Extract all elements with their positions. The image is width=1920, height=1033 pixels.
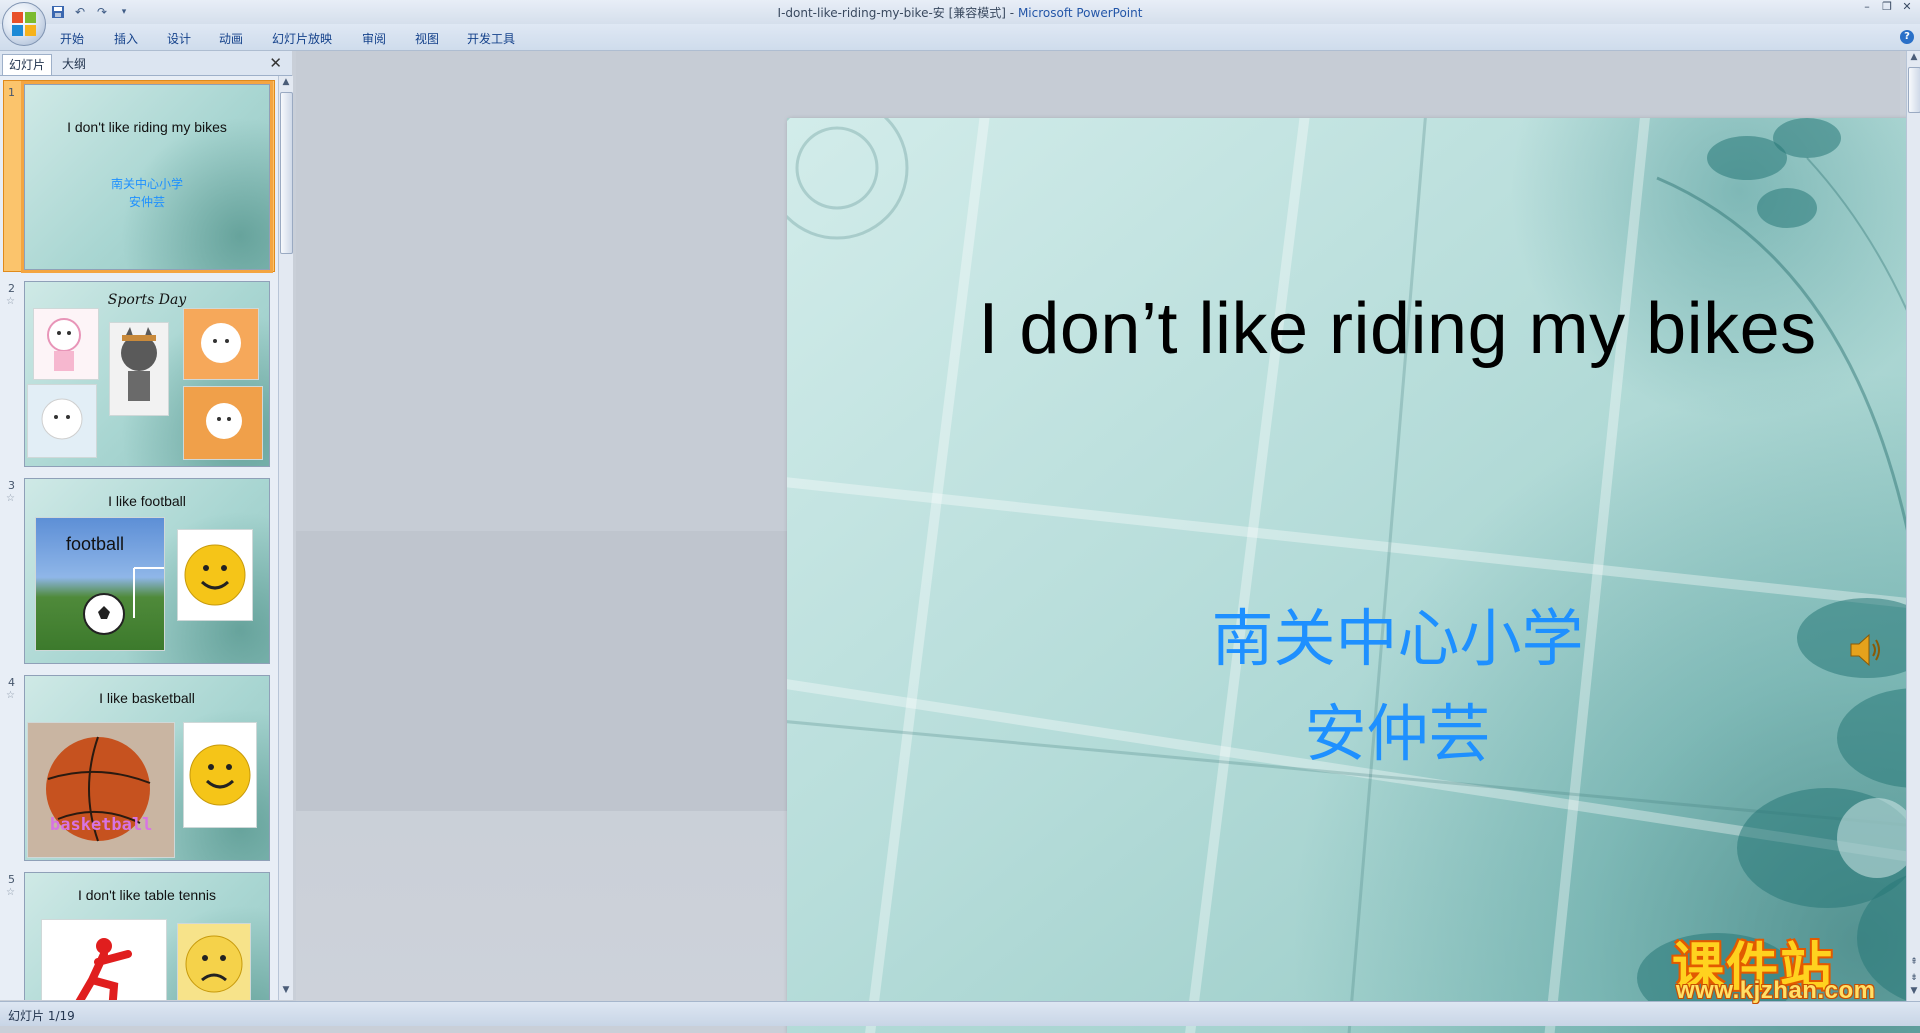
sad-face-image <box>177 923 251 1000</box>
tab-design[interactable]: 设计 <box>167 30 191 47</box>
slide-thumbnail-2[interactable]: Sports Day <box>24 281 270 467</box>
cartoon-image <box>33 308 99 380</box>
tab-developer[interactable]: 开发工具 <box>467 30 515 47</box>
thumbnail-title: Sports Day <box>107 292 187 308</box>
image-label: basketball <box>50 815 153 835</box>
slide-thumbnail-3[interactable]: I like football football <box>24 478 270 664</box>
smiley-image <box>183 722 257 828</box>
scrollbar-thumb[interactable] <box>280 92 293 254</box>
scroll-down-icon[interactable]: ▼ <box>1908 986 1920 1000</box>
thumbnail-title: I don't like riding my bikes <box>67 119 227 135</box>
watermark-url: www.kjzhan.com <box>1676 977 1876 1004</box>
scroll-up-icon[interactable]: ▲ <box>1908 52 1920 66</box>
close-icon[interactable]: ✕ <box>1898 0 1916 16</box>
cartoon-image <box>183 308 259 380</box>
tab-review[interactable]: 审阅 <box>362 30 386 47</box>
watermark-logo: 课件站 www.kjzhan.com <box>1672 925 1904 1005</box>
slide-number: 1 <box>8 86 15 99</box>
status-bar: 幻灯片 1/19 <box>0 1001 1920 1026</box>
previous-slide-icon[interactable]: ⇞ <box>1908 957 1920 971</box>
window-title: I-dont-like-riding-my-bike-安 [兼容模式] - Mi… <box>777 6 1143 20</box>
editor-scrollbar[interactable]: ▲ ⇞ ⇟ ▼ <box>1906 51 1920 1001</box>
scrollbar-thumb[interactable] <box>1908 67 1920 113</box>
tab-slides[interactable]: 幻灯片 <box>2 54 53 75</box>
slide-number: 5 <box>8 873 15 886</box>
slide-number: 3 <box>8 479 15 492</box>
close-pane-icon[interactable]: ✕ <box>269 54 282 72</box>
office-button-icon <box>12 12 36 36</box>
tab-animations[interactable]: 动画 <box>219 30 243 47</box>
slide-number: 4 <box>8 676 15 689</box>
thumbnail-scrollbar[interactable]: ▲ ▼ <box>278 76 293 1000</box>
slide-thumbnail-4[interactable]: I like basketball basketball <box>24 675 270 861</box>
office-button[interactable] <box>2 2 46 46</box>
slide-subtitle-school[interactable]: 南关中心小学 <box>787 588 1920 678</box>
basketball-image: basketball <box>27 722 175 858</box>
animation-star-icon: ☆ <box>6 887 15 898</box>
ribbon-tab-bar: 开始 插入 设计 动画 幻灯片放映 审阅 视图 开发工具 ? <box>0 24 1920 51</box>
help-icon[interactable]: ? <box>1900 30 1914 44</box>
animation-star-icon: ☆ <box>6 690 15 701</box>
thumbnail-title: I like football <box>108 493 186 509</box>
slide-count-status: 幻灯片 1/19 <box>8 1009 75 1023</box>
smiley-image <box>177 529 253 621</box>
current-slide[interactable]: I don’t like riding my bikes 南关中心小学 安仲芸 <box>787 118 1920 1033</box>
tab-view[interactable]: 视图 <box>415 30 439 47</box>
slide-subtitle-author[interactable]: 安仲芸 <box>787 683 1920 773</box>
slide-thumbnail-list: 1 I don't like riding my bikes 南关中心小学 安仲… <box>0 76 278 1000</box>
slide-number: 2 <box>8 282 15 295</box>
tab-insert[interactable]: 插入 <box>114 30 138 47</box>
football-image: football <box>35 517 165 651</box>
thumbnail-title: I like basketball <box>99 690 195 706</box>
cartoon-image <box>109 322 169 416</box>
scroll-down-icon[interactable]: ▼ <box>280 985 292 999</box>
thumbnail-subtitle: 南关中心小学 <box>110 177 183 191</box>
animation-star-icon: ☆ <box>6 493 15 504</box>
tab-slide-show[interactable]: 幻灯片放映 <box>272 30 332 47</box>
animation-star-icon: ☆ <box>6 296 15 307</box>
minimize-icon[interactable]: – <box>1858 0 1876 16</box>
cartoon-image <box>27 384 97 458</box>
slide-thumbnail-1[interactable]: I don't like riding my bikes 南关中心小学 安仲芸 <box>21 81 273 273</box>
tab-outline[interactable]: 大纲 <box>56 54 92 74</box>
slide-thumbnail-5[interactable]: I don't like table tennis <box>24 872 270 1000</box>
tab-home[interactable]: 开始 <box>60 30 84 47</box>
speaker-icon[interactable] <box>1849 632 1883 668</box>
thumbnail-title: I don't like table tennis <box>77 887 217 903</box>
restore-icon[interactable]: ❐ <box>1878 0 1896 16</box>
slide-editor-area: I don’t like riding my bikes 南关中心小学 安仲芸 <box>296 51 1920 1033</box>
thumbnail-subtitle: 安仲芸 <box>128 195 165 209</box>
cartoon-image <box>183 386 263 460</box>
slide-background-decoration <box>787 118 1920 1033</box>
title-bar: ↶ ↷ ▾ I-dont-like-riding-my-bike-安 [兼容模式… <box>0 0 1920 25</box>
slide-title[interactable]: I don’t like riding my bikes <box>787 288 1920 370</box>
table-tennis-image <box>41 919 167 1000</box>
slides-pane-tabs: 幻灯片 大纲 ✕ <box>0 51 292 76</box>
next-slide-icon[interactable]: ⇟ <box>1908 973 1920 987</box>
scroll-up-icon[interactable]: ▲ <box>280 77 292 91</box>
window-controls: – ❐ ✕ <box>1858 0 1916 16</box>
